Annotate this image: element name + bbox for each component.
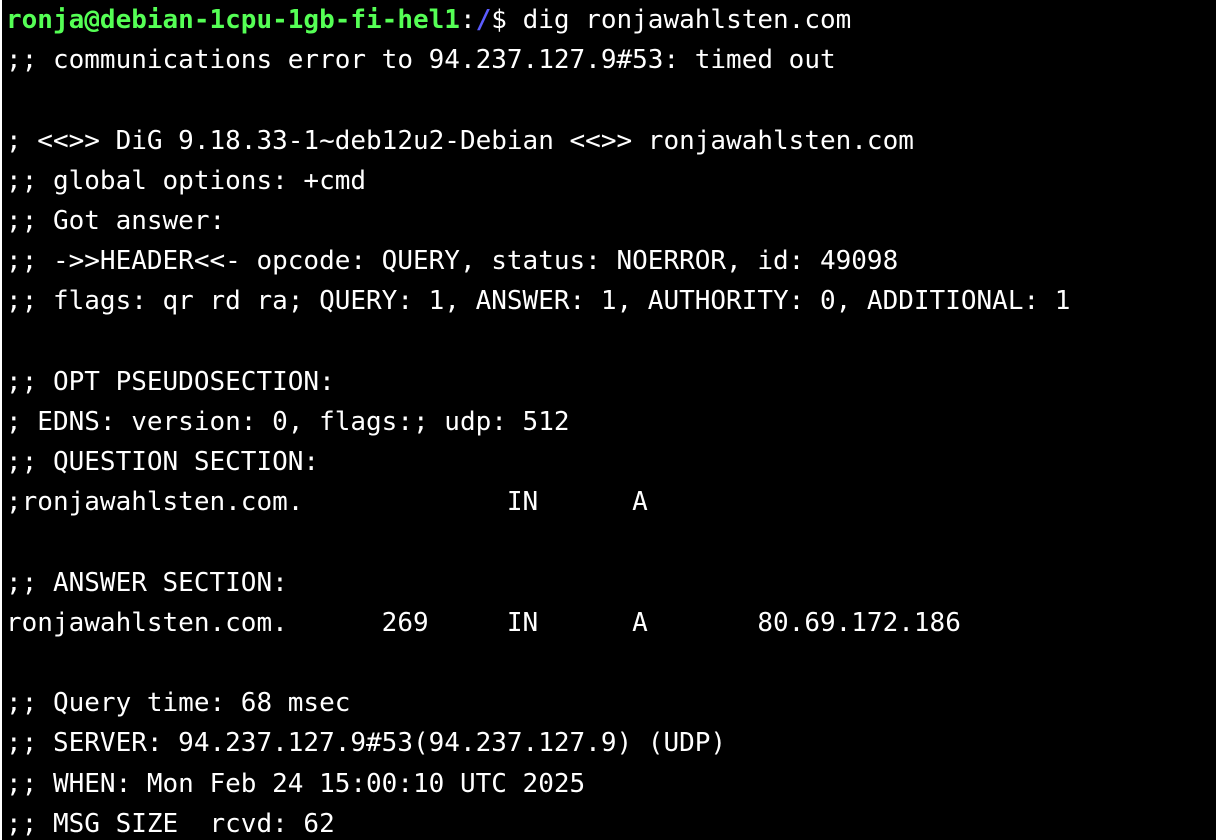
prompt-user-host: ronja@debian-1cpu-1gb-fi-hel1 [6, 5, 460, 35]
command-text: dig ronjawahlsten.com [522, 5, 852, 35]
output-line: ;; Got answer: [6, 205, 226, 236]
terminal-window[interactable]: ronja@debian-1cpu-1gb-fi-hel1:/$ dig ron… [0, 0, 1216, 840]
output-line: ;; OPT PSEUDOSECTION: [6, 366, 335, 397]
output-line: ;; global options: +cmd [6, 165, 367, 196]
prompt-line: ronja@debian-1cpu-1gb-fi-hel1:/$ dig ron… [6, 0, 1216, 40]
output-line: ; <<>> DiG 9.18.33-1~deb12u2-Debian <<>>… [6, 125, 914, 156]
output-line: ;; ->>HEADER<<- opcode: QUERY, status: N… [6, 246, 899, 277]
prompt-dollar: $ [491, 5, 523, 35]
output-line: ;; communications error to 94.237.127.9#… [6, 45, 836, 76]
output-line: ;ronjawahlsten.com. IN A [6, 487, 648, 518]
output-line: ;; Query time: 68 msec [6, 688, 351, 719]
prompt-separator: : [459, 5, 476, 35]
output-line: ;; QUESTION SECTION: [6, 447, 320, 478]
output-line: ;; ANSWER SECTION: [6, 567, 288, 598]
output-line: ; EDNS: version: 0, flags:; udp: 512 [6, 406, 570, 437]
output-line: ;; flags: qr rd ra; QUERY: 1, ANSWER: 1,… [6, 286, 1071, 317]
output-line: ;; SERVER: 94.237.127.9#53(94.237.127.9)… [6, 728, 727, 759]
output-line: ronjawahlsten.com. 269 IN A 80.69.172.18… [6, 607, 961, 638]
output-line: ;; WHEN: Mon Feb 24 15:00:10 UTC 2025 [6, 768, 586, 799]
prompt-path: / [475, 5, 492, 35]
output-line: ;; MSG SIZE rcvd: 62 [6, 808, 335, 839]
